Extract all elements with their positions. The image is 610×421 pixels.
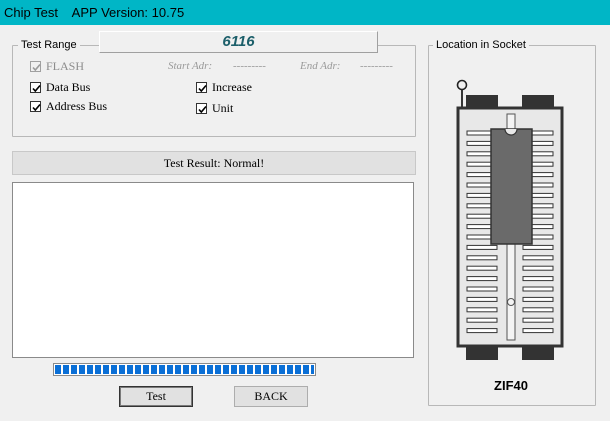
increase-label: Increase xyxy=(212,80,252,94)
test-range-legend: Test Range xyxy=(18,39,80,51)
zif-socket-diagram xyxy=(456,79,564,360)
pin-slot-right xyxy=(522,244,554,250)
increase-checkbox-box xyxy=(196,82,207,93)
test-result-banner: Test Result: Normal! xyxy=(12,151,416,175)
unit-checkbox-box xyxy=(196,103,207,114)
back-button[interactable]: BACK xyxy=(234,386,308,407)
unit-checkbox[interactable]: Unit xyxy=(196,101,233,116)
checkmark-icon xyxy=(32,84,41,93)
checkmark-icon xyxy=(32,63,41,72)
pin-slot-left xyxy=(466,317,498,323)
pin-slot-left xyxy=(466,276,498,282)
end-adr-value: --------- xyxy=(360,60,393,72)
checkmark-icon xyxy=(198,84,207,93)
window-title: Chip Test APP Version: 10.75 xyxy=(4,5,185,20)
socket-lever-icon xyxy=(456,79,468,110)
test-log-area[interactable] xyxy=(12,182,414,358)
flash-checkbox[interactable]: FLASH xyxy=(30,59,84,74)
title-bar: Chip Test APP Version: 10.75 xyxy=(0,0,610,25)
pin-slot-right xyxy=(522,255,554,261)
data-bus-checkbox-box xyxy=(30,82,41,93)
pin-slot-left xyxy=(466,286,498,292)
increase-checkbox[interactable]: Increase xyxy=(196,80,252,95)
pin-slot-right xyxy=(522,265,554,271)
socket-type-label: ZIF40 xyxy=(494,378,528,393)
flash-checkbox-box xyxy=(30,61,41,72)
unit-label: Unit xyxy=(212,101,234,115)
address-bus-checkbox[interactable]: Address Bus xyxy=(30,99,107,114)
pin-slot-left xyxy=(466,328,498,334)
pin-slot-left xyxy=(466,296,498,302)
checkmark-icon xyxy=(32,103,41,112)
progress-fill xyxy=(55,365,314,374)
pin-slot-right xyxy=(522,307,554,313)
chip-icon xyxy=(490,128,533,245)
chip-name: 6116 xyxy=(222,33,255,50)
pin-slot-right xyxy=(522,328,554,334)
socket-legend: Location in Socket xyxy=(433,39,529,51)
start-adr-label: Start Adr: xyxy=(168,60,213,72)
pin-slot-left xyxy=(466,265,498,271)
pin-slot-left xyxy=(466,307,498,313)
address-bus-checkbox-box xyxy=(30,101,41,112)
chip-name-display: 6116 xyxy=(99,31,378,53)
end-adr-label: End Adr: xyxy=(300,60,341,72)
test-progress-bar xyxy=(53,363,316,376)
flash-label: FLASH xyxy=(46,59,85,73)
pin-slot-left xyxy=(466,244,498,250)
pin-slot-right xyxy=(522,296,554,302)
pin-slot-right xyxy=(522,286,554,292)
checkmark-icon xyxy=(198,105,207,114)
start-adr-value: --------- xyxy=(233,60,266,72)
data-bus-checkbox[interactable]: Data Bus xyxy=(30,80,90,95)
test-button[interactable]: Test xyxy=(119,386,193,407)
address-bus-label: Address Bus xyxy=(46,99,108,113)
data-bus-label: Data Bus xyxy=(46,80,91,94)
pin-slot-right xyxy=(522,317,554,323)
pin-slot-left xyxy=(466,255,498,261)
pin-slot-right xyxy=(522,276,554,282)
